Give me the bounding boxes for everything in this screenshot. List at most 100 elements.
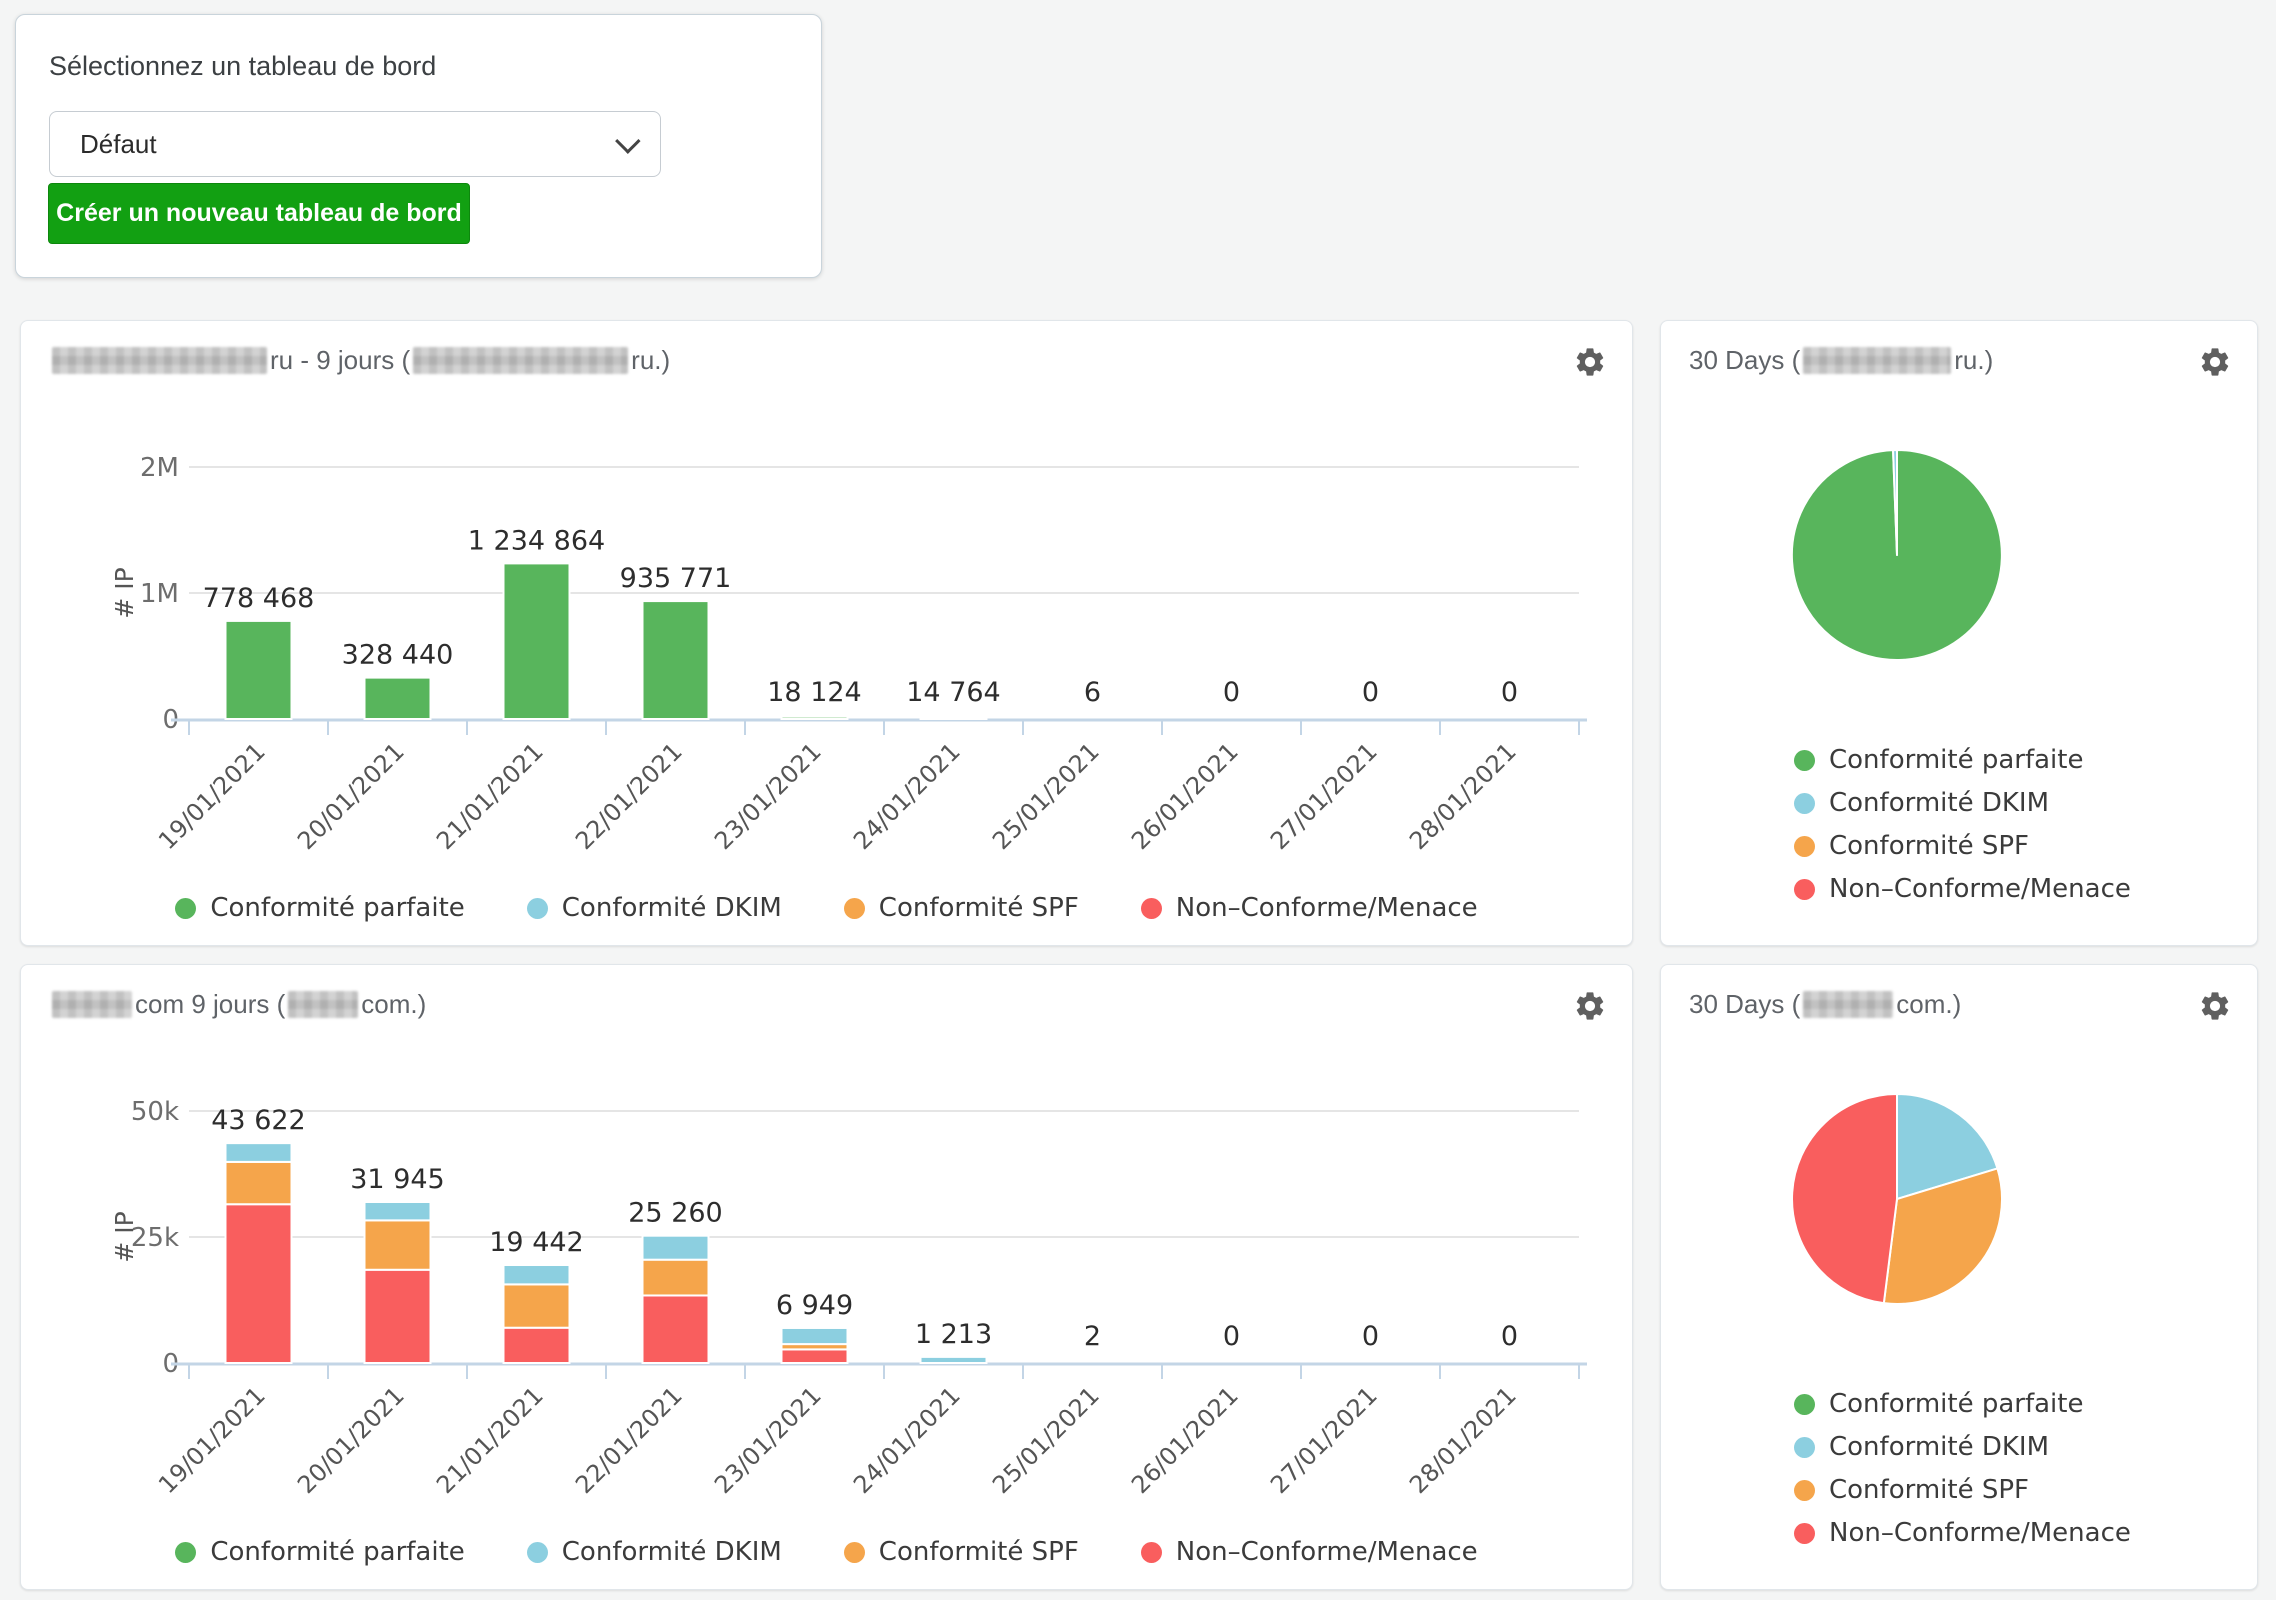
chart-card-ru-9-jours: ru - 9 jours (ru.) 01M2M# IP778 46819/01… xyxy=(20,320,1633,946)
pie-card-30-days-ru: 30 Days (ru.) Conformité parfaiteConform… xyxy=(1660,320,2258,946)
legend-label: Non–Conforme/Menace xyxy=(1829,874,2131,904)
legend-item[interactable]: Non–Conforme/Menace xyxy=(1794,1518,2131,1548)
svg-text:1M: 1M xyxy=(140,579,179,609)
svg-text:25/01/2021: 25/01/2021 xyxy=(987,1381,1105,1499)
legend-item[interactable]: Conformité parfaite xyxy=(1794,1389,2131,1419)
svg-text:25/01/2021: 25/01/2021 xyxy=(987,737,1105,855)
create-dashboard-button[interactable]: Créer un nouveau tableau de bord xyxy=(48,183,470,244)
svg-text:0: 0 xyxy=(1501,677,1518,708)
svg-text:2M: 2M xyxy=(140,453,179,483)
svg-text:6 949: 6 949 xyxy=(776,1290,853,1321)
svg-text:20/01/2021: 20/01/2021 xyxy=(292,737,410,855)
legend-dot-icon xyxy=(1794,1394,1815,1415)
chevron-down-icon xyxy=(615,128,640,153)
legend-dot-icon xyxy=(527,898,548,919)
svg-text:19 442: 19 442 xyxy=(489,1227,583,1258)
gear-icon xyxy=(2198,345,2232,379)
legend-dot-icon xyxy=(1794,1523,1815,1544)
chart-legend: Conformité parfaite Conformité DKIM Confor… xyxy=(21,1537,1632,1567)
svg-text:24/01/2021: 24/01/2021 xyxy=(848,737,966,855)
redacted-text xyxy=(413,347,628,374)
pie-chart-ru[interactable] xyxy=(1661,397,2209,702)
legend-item[interactable]: Conformité DKIM xyxy=(1794,788,2131,818)
chart-legend: Conformité parfaite Conformité DKIM Confor… xyxy=(1794,1389,2131,1548)
svg-text:21/01/2021: 21/01/2021 xyxy=(431,737,549,855)
svg-text:0: 0 xyxy=(1501,1321,1518,1352)
svg-text:28/01/2021: 28/01/2021 xyxy=(1404,1381,1522,1499)
svg-text:31 945: 31 945 xyxy=(350,1164,444,1195)
legend-item[interactable]: Conformité parfaite xyxy=(175,893,464,923)
legend-label: Conformité SPF xyxy=(1829,831,2029,861)
legend-dot-icon xyxy=(1141,1542,1162,1563)
legend-dot-icon xyxy=(1794,750,1815,771)
legend-dot-icon xyxy=(844,898,865,919)
chart-legend: Conformité parfaite Conformité DKIM Confor… xyxy=(21,893,1632,923)
chart-legend: Conformité parfaite Conformité DKIM Confor… xyxy=(1794,745,2131,904)
card-title-text: com.) xyxy=(1896,989,1961,1019)
legend-item[interactable]: Conformité SPF xyxy=(844,893,1079,923)
redacted-text xyxy=(1803,991,1893,1018)
settings-gear-button[interactable] xyxy=(1570,987,1610,1027)
chart-title-ru-9-jours: ru - 9 jours ( ru.) xyxy=(49,345,670,376)
legend-label: Conformité SPF xyxy=(879,893,1079,923)
legend-item[interactable]: Conformité SPF xyxy=(1794,1475,2131,1505)
svg-text:1 213: 1 213 xyxy=(915,1319,992,1350)
legend-item[interactable]: Non–Conforme/Menace xyxy=(1141,893,1478,923)
legend-item[interactable]: Conformité DKIM xyxy=(527,1537,782,1567)
legend-label: Conformité SPF xyxy=(1829,1475,2029,1505)
legend-item[interactable]: Conformité parfaite xyxy=(175,1537,464,1567)
card-title-text: ru.) xyxy=(631,345,670,375)
legend-dot-icon xyxy=(175,1542,196,1563)
svg-text:26/01/2021: 26/01/2021 xyxy=(1126,1381,1244,1499)
svg-text:28/01/2021: 28/01/2021 xyxy=(1404,737,1522,855)
settings-gear-button[interactable] xyxy=(2195,343,2235,383)
legend-item[interactable]: Non–Conforme/Menace xyxy=(1141,1537,1478,1567)
svg-text:27/01/2021: 27/01/2021 xyxy=(1265,1381,1383,1499)
legend-label: Non–Conforme/Menace xyxy=(1176,1537,1478,1567)
legend-dot-icon xyxy=(844,1542,865,1563)
svg-text:1 234 864: 1 234 864 xyxy=(468,525,605,556)
svg-text:0: 0 xyxy=(1223,1321,1240,1352)
card-title-text: com.) xyxy=(361,989,426,1019)
settings-gear-button[interactable] xyxy=(1570,343,1610,383)
legend-item[interactable]: Conformité parfaite xyxy=(1794,745,2131,775)
svg-text:6: 6 xyxy=(1084,677,1101,708)
svg-text:22/01/2021: 22/01/2021 xyxy=(570,737,688,855)
svg-text:27/01/2021: 27/01/2021 xyxy=(1265,737,1383,855)
legend-item[interactable]: Non–Conforme/Menace xyxy=(1794,874,2131,904)
redacted-text xyxy=(1803,347,1951,374)
svg-text:0: 0 xyxy=(1362,677,1379,708)
card-title-text: ru - 9 jours ( xyxy=(270,345,410,375)
pie-card-30-days-com: 30 Days (com.) Conformité parfaiteConfor… xyxy=(1660,964,2258,1590)
settings-gear-button[interactable] xyxy=(2195,987,2235,1027)
bar-chart-ru[interactable]: 01M2M# IP778 46819/01/2021328 44020/01/2… xyxy=(41,397,1604,910)
card-title-text: 30 Days ( xyxy=(1689,345,1800,375)
legend-item[interactable]: Conformité DKIM xyxy=(527,893,782,923)
legend-label: Conformité SPF xyxy=(879,1537,1079,1567)
pie-chart-com[interactable] xyxy=(1661,1041,2209,1346)
pie-title-30-days-ru: 30 Days (ru.) xyxy=(1689,345,1993,376)
gear-icon xyxy=(1573,989,1607,1023)
svg-text:21/01/2021: 21/01/2021 xyxy=(431,1381,549,1499)
redacted-text xyxy=(52,347,267,374)
svg-text:50k: 50k xyxy=(131,1097,179,1127)
legend-dot-icon xyxy=(175,898,196,919)
redacted-text xyxy=(52,991,132,1018)
legend-item[interactable]: Conformité DKIM xyxy=(1794,1432,2131,1462)
svg-text:2: 2 xyxy=(1084,1321,1101,1352)
card-title-text: com 9 jours ( xyxy=(135,989,285,1019)
svg-text:22/01/2021: 22/01/2021 xyxy=(570,1381,688,1499)
legend-item[interactable]: Conformité SPF xyxy=(844,1537,1079,1567)
legend-dot-icon xyxy=(1141,898,1162,919)
dashboard-select[interactable]: Défaut xyxy=(49,111,661,177)
legend-label: Conformité DKIM xyxy=(1829,788,2049,818)
legend-dot-icon xyxy=(1794,1480,1815,1501)
legend-dot-icon xyxy=(1794,879,1815,900)
legend-dot-icon xyxy=(1794,793,1815,814)
legend-dot-icon xyxy=(1794,1437,1815,1458)
card-title-text: 30 Days ( xyxy=(1689,989,1800,1019)
legend-item[interactable]: Conformité SPF xyxy=(1794,831,2131,861)
svg-text:24/01/2021: 24/01/2021 xyxy=(848,1381,966,1499)
legend-dot-icon xyxy=(527,1542,548,1563)
bar-chart-com[interactable]: 025k50k# IP43 62219/01/202131 94520/01/2… xyxy=(41,1041,1604,1554)
